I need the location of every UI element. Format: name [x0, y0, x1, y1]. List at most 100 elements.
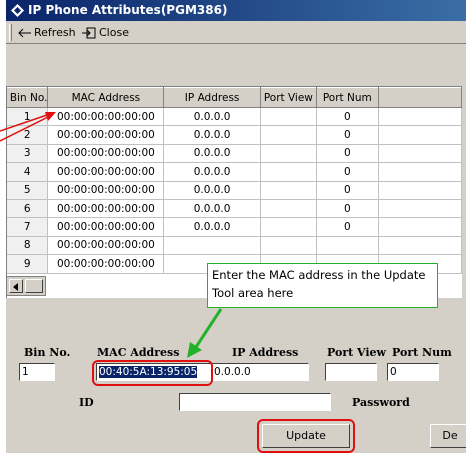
mac-address-value: 00:40:5A:13:95:05	[99, 366, 198, 378]
close-label: Close	[99, 26, 129, 39]
horizontal-scrollbar[interactable]	[6, 276, 46, 296]
col-header-ip[interactable]: IP Address	[163, 87, 261, 108]
cell-mac[interactable]: 00:00:00:00:00:00	[47, 125, 165, 145]
cell-portview[interactable]	[260, 181, 317, 200]
ip-address-value: 0.0.0.0	[214, 366, 251, 378]
cell-ip[interactable]: 0.0.0.0	[163, 162, 261, 182]
delete-button[interactable]: De	[430, 424, 466, 448]
close-door-icon	[82, 27, 96, 38]
cell-portview[interactable]	[260, 125, 317, 145]
cell-extra[interactable]	[378, 144, 462, 164]
refresh-label: Refresh	[34, 26, 76, 39]
cell-ip[interactable]: 0.0.0.0	[163, 125, 261, 145]
cell-bin[interactable]: 9	[7, 254, 49, 274]
cell-bin[interactable]: 7	[7, 217, 49, 237]
id-label: ID	[79, 396, 94, 409]
cell-mac[interactable]: 00:00:00:00:00:00	[47, 162, 165, 182]
cell-portnum[interactable]	[316, 236, 379, 256]
cell-portview[interactable]	[260, 199, 317, 219]
cell-mac[interactable]: 00:00:00:00:00:00	[47, 254, 165, 274]
cell-extra[interactable]	[378, 181, 462, 200]
window-title: IP Phone Attributes(PGM386)	[28, 3, 228, 17]
update-portview-label: Port View	[327, 346, 387, 359]
update-button[interactable]: Update	[262, 424, 350, 448]
ip-address-field[interactable]: 0.0.0.0	[211, 363, 309, 381]
port-num-value: 0	[390, 366, 397, 378]
title-bar: IP Phone Attributes(PGM386)	[6, 0, 466, 21]
toolbar-grip	[9, 24, 12, 41]
port-num-field[interactable]: 0	[387, 363, 439, 381]
table-row[interactable]: 8 00:00:00:00:00:00	[7, 236, 462, 256]
header-spacer	[6, 44, 466, 86]
close-button[interactable]: Close	[81, 24, 129, 41]
id-field[interactable]	[179, 393, 331, 411]
callout-text: Enter the MAC address in the Update Tool…	[212, 268, 426, 300]
table-row[interactable]: 1 00:00:00:00:00:00 0.0.0.0 0	[7, 107, 462, 127]
cell-portview[interactable]	[260, 162, 317, 182]
back-arrow-icon	[18, 28, 31, 37]
cell-mac[interactable]: 00:00:00:00:00:00	[47, 107, 165, 127]
cell-portnum[interactable]: 0	[316, 144, 379, 164]
cell-portnum[interactable]: 0	[316, 217, 379, 237]
cell-portnum[interactable]: 0	[316, 181, 379, 200]
table-row[interactable]: 7 00:00:00:00:00:00 0.0.0.0 0	[7, 217, 462, 237]
cell-mac[interactable]: 00:00:00:00:00:00	[47, 181, 165, 200]
cell-bin[interactable]: 1	[7, 107, 49, 127]
cell-portnum[interactable]: 0	[316, 162, 379, 182]
bin-no-value: 1	[22, 366, 29, 378]
col-header-portnum[interactable]: Port Num	[316, 87, 379, 108]
table-row[interactable]: 3 00:00:00:00:00:00 0.0.0.0 0	[7, 144, 462, 164]
cell-portview[interactable]	[260, 217, 317, 237]
cell-portnum[interactable]: 0	[316, 199, 379, 219]
cell-extra[interactable]	[378, 236, 462, 256]
cell-ip[interactable]: 0.0.0.0	[163, 217, 261, 237]
table-header-row: Bin No. MAC Address IP Address Port View…	[7, 87, 462, 108]
cell-mac[interactable]: 00:00:00:00:00:00	[47, 144, 165, 164]
instruction-callout: Enter the MAC address in the Update Tool…	[207, 263, 438, 308]
col-header-extra[interactable]	[378, 87, 462, 108]
update-bin-label: Bin No.	[24, 346, 71, 359]
cell-bin[interactable]: 8	[7, 236, 49, 256]
cell-bin[interactable]: 6	[7, 199, 49, 219]
cell-mac[interactable]: 00:00:00:00:00:00	[47, 217, 165, 237]
cell-portview[interactable]	[260, 144, 317, 164]
password-label: Password	[352, 396, 410, 409]
scroll-left-icon[interactable]	[9, 279, 23, 293]
toolbar: Refresh Close	[6, 21, 466, 44]
cell-mac[interactable]: 00:00:00:00:00:00	[47, 199, 165, 219]
cell-extra[interactable]	[378, 107, 462, 127]
cell-ip[interactable]: 0.0.0.0	[163, 107, 261, 127]
cell-extra[interactable]	[378, 125, 462, 145]
app-diamond-icon	[11, 4, 24, 17]
cell-portnum[interactable]: 0	[316, 107, 379, 127]
scroll-thumb[interactable]	[25, 279, 43, 293]
port-view-field[interactable]	[325, 363, 377, 381]
cell-portnum[interactable]: 0	[316, 125, 379, 145]
col-header-portview[interactable]: Port View	[260, 87, 317, 108]
ip-phone-attributes-window: IP Phone Attributes(PGM386) Refresh Clos…	[6, 0, 466, 453]
cell-bin[interactable]: 5	[7, 181, 49, 200]
refresh-button[interactable]: Refresh	[18, 24, 76, 41]
col-header-mac[interactable]: MAC Address	[47, 87, 165, 108]
cell-ip[interactable]: 0.0.0.0	[163, 144, 261, 164]
cell-ip[interactable]: 0.0.0.0	[163, 199, 261, 219]
cell-bin[interactable]: 2	[7, 125, 49, 145]
table-row[interactable]: 4 00:00:00:00:00:00 0.0.0.0 0	[7, 162, 462, 182]
cell-extra[interactable]	[378, 199, 462, 219]
cell-ip[interactable]	[163, 236, 261, 256]
col-header-bin[interactable]: Bin No.	[7, 87, 49, 108]
bin-no-field[interactable]: 1	[19, 363, 55, 381]
cell-bin[interactable]: 4	[7, 162, 49, 182]
table-row[interactable]: 2 00:00:00:00:00:00 0.0.0.0 0	[7, 125, 462, 145]
cell-extra[interactable]	[378, 217, 462, 237]
table-row[interactable]: 5 00:00:00:00:00:00 0.0.0.0 0	[7, 181, 462, 200]
cell-portview[interactable]	[260, 107, 317, 127]
cell-mac[interactable]: 00:00:00:00:00:00	[47, 236, 165, 256]
table-row[interactable]: 6 00:00:00:00:00:00 0.0.0.0 0	[7, 199, 462, 219]
cell-ip[interactable]: 0.0.0.0	[163, 181, 261, 200]
mac-address-field[interactable]: 00:40:5A:13:95:05	[96, 363, 212, 381]
cell-bin[interactable]: 3	[7, 144, 49, 164]
cell-portview[interactable]	[260, 236, 317, 256]
update-ip-label: IP Address	[232, 346, 299, 359]
cell-extra[interactable]	[378, 162, 462, 182]
